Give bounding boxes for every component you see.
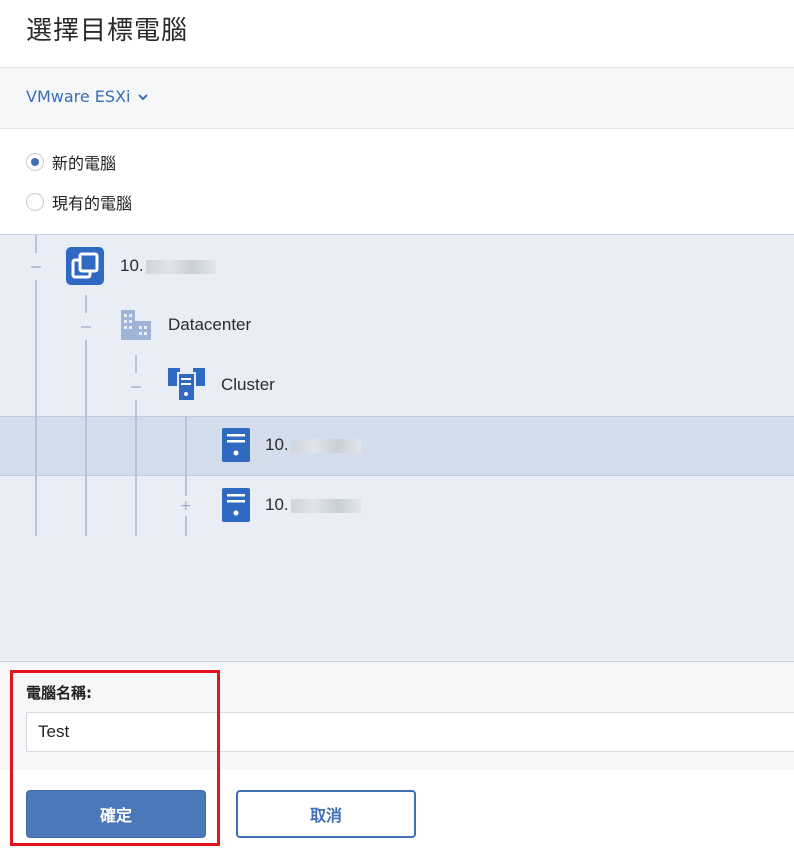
tree-selected-row[interactable] (0, 416, 794, 476)
radio-new-machine[interactable]: 新的電腦 (26, 150, 116, 174)
tree-collapse-toggle[interactable] (81, 326, 91, 328)
building-icon (121, 310, 151, 340)
tree-line (35, 235, 37, 253)
tree-line (35, 280, 37, 536)
tree-collapse-toggle[interactable] (31, 266, 41, 268)
tree-line (185, 416, 187, 496)
tree-node-vcenter[interactable]: 10. (64, 245, 216, 287)
radio-button-unchecked[interactable] (26, 193, 44, 211)
radio-existing-machine-label: 現有的電腦 (52, 194, 133, 213)
redacted-text (145, 259, 216, 274)
tree-line (85, 295, 87, 313)
platform-label: VMware ESXi (26, 87, 131, 106)
chevron-down-icon (138, 93, 149, 100)
machine-name-input[interactable] (26, 712, 794, 752)
tree-node-host-1[interactable]: 10. (221, 427, 361, 463)
platform-bar: VMware ESXi (0, 68, 794, 128)
radio-new-machine-label: 新的電腦 (52, 154, 117, 173)
tree-node-cluster-label: Cluster (221, 375, 275, 394)
tree-node-datacenter-label: Datacenter (168, 315, 252, 334)
vcenter-icon (66, 247, 104, 285)
tree-line (135, 400, 137, 536)
ok-button[interactable]: 確定 (26, 790, 206, 838)
tree-node-vcenter-label: 10. (120, 256, 144, 275)
tree-line (85, 340, 87, 536)
tree-node-host-1-label: 10. (265, 435, 289, 454)
tree-node-host-2[interactable]: 10. (221, 487, 361, 523)
cancel-button[interactable]: 取消 (236, 790, 416, 838)
tree-node-datacenter[interactable]: Datacenter (118, 307, 251, 343)
server-icon (222, 488, 250, 522)
cluster-icon (168, 368, 205, 402)
tree-line (185, 516, 187, 536)
tree-expand-toggle[interactable]: + (180, 499, 192, 513)
server-icon (222, 428, 250, 462)
form-panel: 電腦名稱: 確定 取消 (0, 662, 794, 851)
redacted-text (290, 498, 361, 513)
tree-node-host-2-label: 10. (265, 495, 289, 514)
radio-existing-machine[interactable]: 現有的電腦 (26, 190, 132, 214)
tree-collapse-toggle[interactable] (131, 386, 141, 388)
inventory-tree: + 10. Datacenter Cluster 10. 10. (0, 234, 794, 662)
tree-node-cluster[interactable]: Cluster (167, 366, 275, 404)
dialog-title: 選擇目標電腦 (26, 16, 189, 46)
radio-button-checked[interactable] (26, 153, 44, 171)
platform-dropdown[interactable]: VMware ESXi (26, 87, 149, 106)
machine-name-label: 電腦名稱: (26, 684, 92, 702)
tree-line (135, 355, 137, 373)
platform-divider (0, 128, 794, 129)
redacted-text (290, 438, 361, 453)
